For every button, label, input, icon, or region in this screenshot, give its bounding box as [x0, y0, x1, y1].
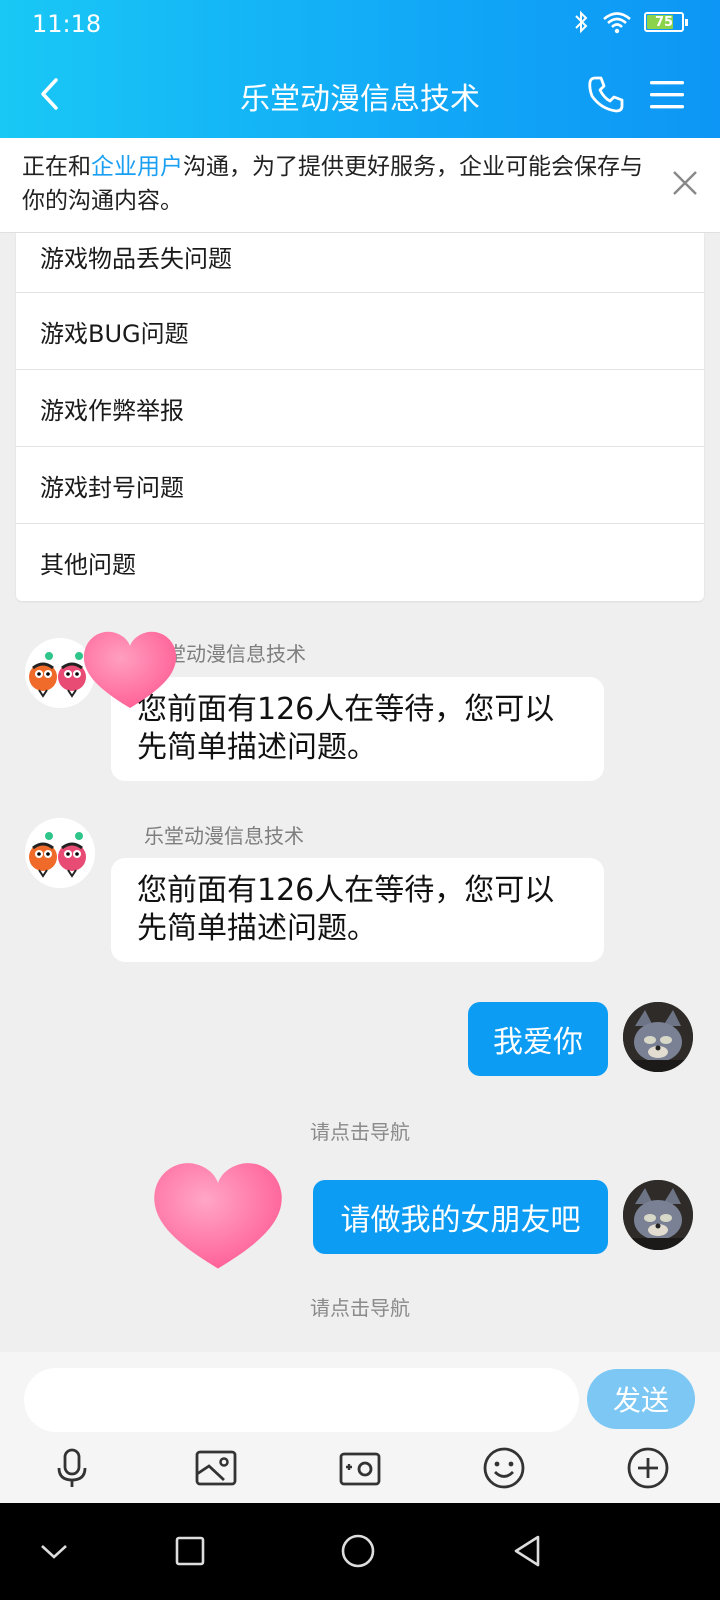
privacy-notice: 正在和企业用户沟通，为了提供更好服务，企业可能会保存与你的沟通内容。 [0, 138, 720, 233]
user-avatar[interactable] [623, 1180, 693, 1250]
plus-icon[interactable] [626, 1446, 670, 1490]
wifi-icon [603, 12, 631, 34]
birds-avatar-image [25, 818, 95, 888]
home-icon[interactable] [340, 1533, 376, 1569]
notice-text: 正在和企业用户沟通，为了提供更好服务，企业可能会保存与你的沟通内容。 [22, 150, 652, 218]
question-item[interactable]: 其他问题 [16, 524, 704, 601]
question-item[interactable]: 游戏物品丢失问题 [16, 233, 704, 293]
recent-apps-icon[interactable] [172, 1533, 208, 1569]
bluetooth-icon [575, 10, 588, 34]
cat-avatar-image [623, 1180, 693, 1250]
message-input[interactable] [24, 1368, 579, 1432]
incoming-message-bubble[interactable]: 您前面有126人在等待，您可以先简单描述问题。 [111, 677, 604, 781]
user-avatar[interactable] [623, 1002, 693, 1072]
heart-sticker [154, 1163, 282, 1269]
enterprise-user-link[interactable]: 企业用户 [91, 154, 183, 180]
sender-name: 乐堂动漫信息技术 [144, 824, 304, 848]
emoji-icon[interactable] [482, 1446, 526, 1490]
camera-icon[interactable] [338, 1446, 382, 1490]
title-bar: 11:18 75 乐堂动漫信息技术 [0, 0, 720, 138]
notice-text-before: 正在和 [22, 154, 91, 180]
phone-call-button[interactable] [586, 74, 626, 114]
outgoing-message-bubble[interactable]: 我爱你 [468, 1002, 608, 1076]
status-icons: 75 [572, 10, 688, 34]
battery-level: 75 [654, 14, 674, 30]
composer: 发送 [0, 1352, 720, 1503]
service-avatar[interactable] [25, 818, 95, 888]
back-triangle-icon[interactable] [510, 1533, 546, 1569]
image-icon[interactable] [194, 1446, 238, 1490]
heart-sticker [83, 631, 177, 708]
microphone-icon[interactable] [50, 1446, 94, 1490]
system-nav-bar [0, 1503, 720, 1600]
sender-name: 堂动漫信息技术 [166, 642, 306, 666]
system-hint[interactable]: 请点击导航 [0, 1292, 720, 1321]
close-icon[interactable] [670, 168, 700, 198]
menu-button[interactable] [648, 78, 686, 112]
question-item[interactable]: 游戏BUG问题 [16, 293, 704, 370]
question-list: 游戏物品丢失问题 游戏BUG问题 游戏作弊举报 游戏封号问题 其他问题 [16, 233, 704, 601]
question-item[interactable]: 游戏作弊举报 [16, 370, 704, 447]
status-time: 11:18 [32, 10, 102, 38]
question-item[interactable]: 游戏封号问题 [16, 447, 704, 524]
system-hint[interactable]: 请点击导航 [0, 1116, 720, 1145]
send-button[interactable]: 发送 [587, 1369, 695, 1429]
incoming-message-bubble[interactable]: 您前面有126人在等待，您可以先简单描述问题。 [111, 858, 604, 962]
outgoing-message-bubble[interactable]: 请做我的女朋友吧 [313, 1180, 608, 1254]
chevron-down-icon[interactable] [36, 1533, 72, 1569]
cat-avatar-image [623, 1002, 693, 1072]
battery-icon: 75 [644, 12, 688, 32]
